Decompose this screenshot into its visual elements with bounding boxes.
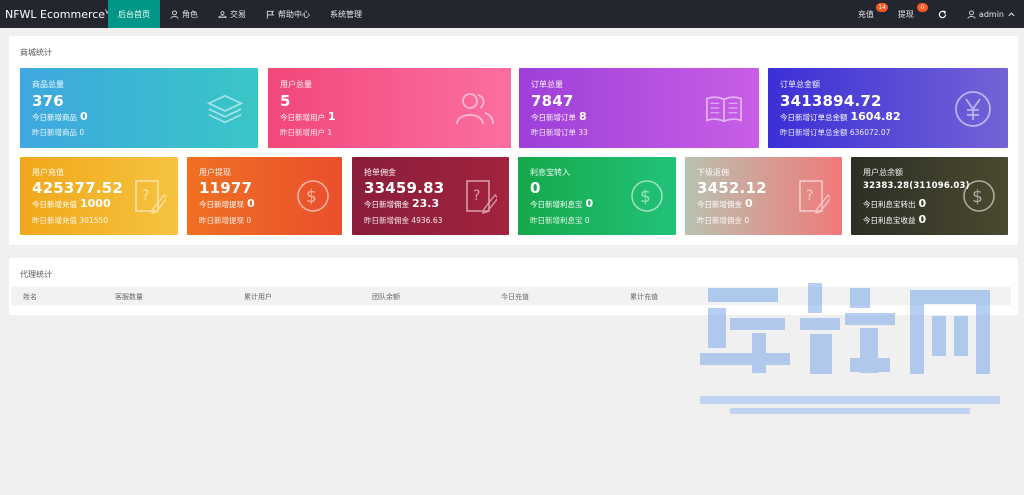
users-icon [218,10,227,18]
col-today-recharge: 今日充值 [501,293,529,301]
col-service-count: 客服数量 [115,293,143,301]
help-doc-icon: ? [466,180,497,214]
card-value: 376 [32,92,64,110]
brand-logo[interactable]: NFWL EcommerceV10 [0,8,117,21]
svg-text:$: $ [306,187,317,207]
user-menu[interactable]: admin [957,0,1024,28]
card-yesterday: 昨日新增用户 1 [280,128,333,137]
stat-card-total-balance[interactable]: 用户总余额 32383.28(311096.03) 今日利息宝转出 0 今日利息宝… [851,157,1008,235]
card-title: 利息宝转入 [530,168,570,177]
stat-card-recharge[interactable]: 用户充值 425377.52 今日新增充值 1000 昨日新增充值 301550 … [20,157,178,235]
card-value: 33459.83 [364,179,445,197]
dollar-icon: $ [963,180,995,212]
card-today: 今日新增订单 8 [531,110,587,123]
card-value: 5 [280,92,291,110]
card-value: 425377.52 [32,179,123,197]
col-total-users: 累计用户 [244,293,272,301]
card-today: 今日利息宝转出 0 [863,197,927,210]
svg-text:?: ? [142,188,149,204]
book-icon [706,96,742,123]
dollar-icon: $ [297,180,329,212]
card-yesterday: 昨日新增利息宝 0 [530,216,590,225]
withdraw-link[interactable]: 提现 0 [888,0,928,28]
card-value: 11977 [199,179,253,197]
card-today: 今日新增提现 0 [199,197,255,210]
flag-icon [266,10,275,19]
card-value: 3452.12 [697,179,767,197]
agent-stats-title: 代理统计 [20,270,52,279]
watermark-overlay [700,283,1000,414]
card-title: 订单总金额 [780,80,820,89]
card-today: 今日新增充值 1000 [32,197,111,210]
svg-text:$: $ [972,187,983,207]
stat-card-sub-rebate[interactable]: 下级返佣 3452.12 今日新增佣金 0 昨日新增佣金 0 ? [685,157,842,235]
nav-item-role[interactable]: 角色 [160,0,208,28]
top-navbar: NFWL EcommerceV10 后台首页 角色 交易 帮助中心 系统管理 充… [0,0,1024,28]
stat-card-commission[interactable]: 抢单佣金 33459.83 今日新增佣金 23.3 昨日新增佣金 4936.63 … [352,157,509,235]
card-yesterday: 昨日新增订单总金额 636072.07 [780,128,891,137]
col-team-balance: 团队余额 [372,293,400,301]
card-today: 今日新增商品 0 [32,110,88,123]
svg-text:?: ? [806,188,813,204]
card-today: 今日新增利息宝 0 [530,197,594,210]
card-title: 用户总量 [280,80,312,89]
card-today-interest: 今日利息宝收益 0 [863,213,927,226]
card-yesterday: 昨日新增商品 0 [32,128,85,137]
card-title: 订单总量 [531,80,563,89]
card-yesterday: 昨日新增佣金 0 [697,216,750,225]
user-icon [170,9,179,19]
svg-text:?: ? [473,188,480,204]
stat-card-products[interactable]: 商品总量 376 今日新增商品 0 昨日新增商品 0 [20,68,258,148]
card-title: 用户总余额 [863,168,903,177]
col-total-recharge: 累计充值 [630,293,658,301]
refresh-icon [938,9,947,18]
withdraw-badge: 0 [916,3,928,12]
stat-card-orders[interactable]: 订单总量 7847 今日新增订单 8 昨日新增订单 33 [519,68,759,148]
nav-item-home[interactable]: 后台首页 [108,0,160,28]
card-today: 今日新增佣金 23.3 [364,197,440,210]
nav-item-system[interactable]: 系统管理 [320,0,372,28]
refresh-button[interactable] [928,0,957,28]
card-value: 0 [530,179,541,197]
svg-text:$: $ [640,187,651,207]
card-yesterday: 昨日新增订单 33 [531,128,588,137]
card-today: 今日新增佣金 0 [697,197,753,210]
card-value: 7847 [531,92,574,110]
card-value: 3413894.72 [780,92,882,110]
help-doc-icon: ? [135,180,166,214]
card-title: 下级返佣 [697,168,729,177]
mall-stats-title: 商城统计 [20,48,52,57]
card-yesterday: 昨日新增充值 301550 [32,216,109,225]
yen-icon [955,91,991,127]
card-yesterday: 昨日新增佣金 4936.63 [364,216,443,225]
stat-card-order-amount[interactable]: 订单总金额 3413894.72 今日新增订单总金额 1604.82 昨日新增订单… [768,68,1008,148]
dollar-icon: $ [631,180,663,212]
nav-item-trade[interactable]: 交易 [208,0,256,28]
card-title: 商品总量 [32,80,64,89]
chevron-up-icon [1008,11,1015,16]
stat-card-withdraw[interactable]: 用户提现 11977 今日新增提现 0 昨日新增提现 0 $ [187,157,342,235]
recharge-link[interactable]: 充值 14 [848,0,888,28]
user-icon [967,9,976,19]
nav-item-help[interactable]: 帮助中心 [256,0,320,28]
help-doc-icon: ? [799,180,830,214]
card-yesterday: 昨日新增提现 0 [199,216,252,225]
layers-icon [206,94,244,124]
users-icon [456,93,494,125]
card-title: 用户充值 [32,168,64,177]
card-title: 用户提现 [199,168,231,177]
col-name: 姓名 [23,293,37,301]
username: admin [978,9,1004,19]
card-today: 今日新增用户 1 [280,110,336,123]
card-value: 32383.28(311096.03) [863,181,970,191]
card-today: 今日新增订单总金额 1604.82 [780,110,901,123]
stat-card-interest-in[interactable]: 利息宝转入 0 今日新增利息宝 0 昨日新增利息宝 0 $ [518,157,676,235]
stat-card-users[interactable]: 用户总量 5 今日新增用户 1 昨日新增用户 1 [268,68,511,148]
recharge-badge: 14 [876,3,888,12]
card-title: 抢单佣金 [364,168,396,177]
